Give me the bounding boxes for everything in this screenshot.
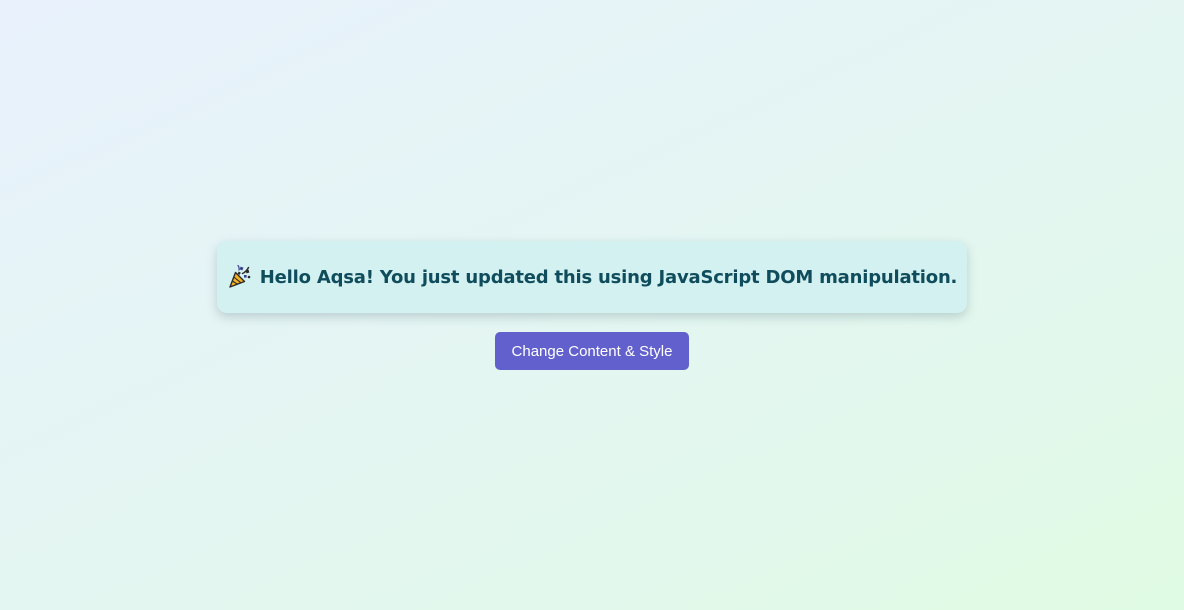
message-heading: Hello Aqsa! You just updated this using …	[227, 264, 957, 290]
message-text: Hello Aqsa! You just updated this using …	[259, 266, 958, 288]
message-box: Hello Aqsa! You just updated this using …	[217, 241, 967, 313]
party-popper-icon	[227, 264, 253, 290]
change-content-style-button[interactable]: Change Content & Style	[495, 332, 689, 370]
